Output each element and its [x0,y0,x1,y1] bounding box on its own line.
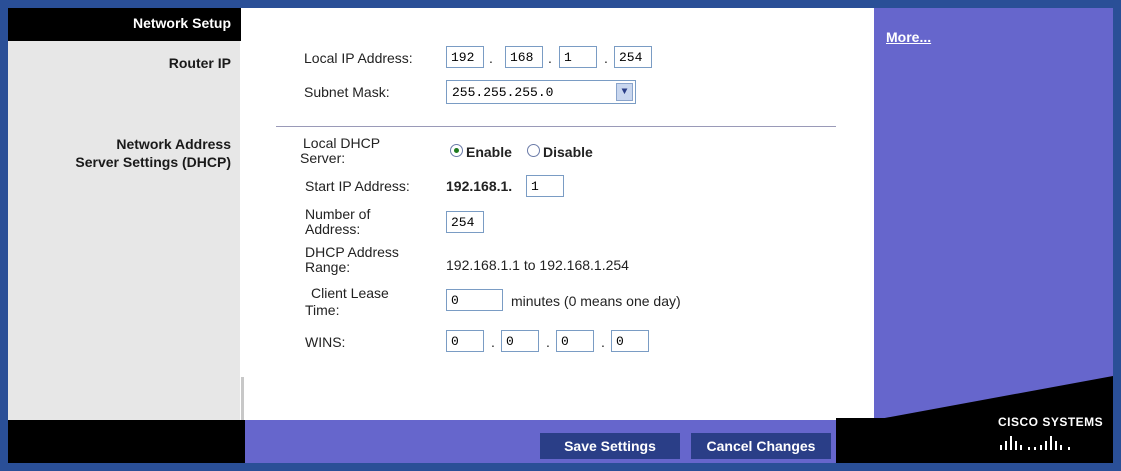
subnet-mask-value: 255.255.255.0 [452,85,554,100]
dhcp-disable-label: Disable [543,144,593,160]
ip-dot: . [604,50,608,66]
start-ip-last-octet[interactable]: 1 [526,175,564,197]
dhcp-section-label-line2: Server Settings (DHCP) [75,154,231,170]
local-ip-octet-3[interactable]: 1 [559,46,597,68]
wins-label: WINS: [305,334,346,350]
ip-dot: . [489,50,493,66]
lease-time-label-line2: Time: [305,302,340,318]
lease-time-input[interactable]: 0 [446,289,503,311]
cancel-changes-button[interactable]: Cancel Changes [691,433,831,459]
brand-triangle [874,376,1113,420]
num-address-label-line2: Address: [305,221,361,237]
dhcp-enable-radio[interactable] [450,144,463,157]
dhcp-range-label-line1: DHCP Address [305,244,399,260]
wins-octet-2[interactable]: 0 [501,330,539,352]
wins-octet-4[interactable]: 0 [611,330,649,352]
num-address-label-line1: Number of [305,206,371,222]
num-address-input[interactable]: 254 [446,211,484,233]
footer-left [8,420,245,463]
lease-time-suffix: minutes (0 means one day) [511,293,681,309]
ip-dot: . [548,50,552,66]
dhcp-enable-label: Enable [466,144,512,160]
dhcp-server-label-line2: Server: [300,150,346,166]
page: Network Setup Router IP Network Address … [8,8,1113,463]
chevron-down-icon[interactable]: ▼ [616,83,633,101]
wins-octet-3[interactable]: 0 [556,330,594,352]
router-ip-section-label: Router IP [168,55,231,71]
dhcp-disable-radio[interactable] [527,144,540,157]
ip-dot: . [601,334,605,350]
subnet-mask-label: Subnet Mask: [304,84,390,100]
dhcp-section-label-line1: Network Address [116,136,231,152]
left-sidebar: Router IP Network Address Server Setting… [8,41,241,420]
wins-octet-1[interactable]: 0 [446,330,484,352]
start-ip-label: Start IP Address: [305,178,410,194]
dhcp-range-label-line2: Range: [305,259,351,275]
column-divider-shadow [241,377,244,420]
section-divider [276,126,836,127]
cisco-wordmark: CISCO SYSTEMS [998,415,1104,429]
more-link[interactable]: More... [886,29,931,45]
local-ip-label: Local IP Address: [304,50,413,66]
start-ip-prefix: 192.168.1. [446,178,513,194]
ip-dot: . [546,334,550,350]
column-divider [240,41,244,420]
dhcp-server-label-line1: Local DHCP [303,135,381,151]
local-ip-octet-2[interactable]: 168 [505,46,543,68]
local-ip-octet-4[interactable]: 254 [614,46,652,68]
section-header: Network Setup [8,8,241,41]
page-title: Network Setup [132,15,231,31]
save-settings-button[interactable]: Save Settings [540,433,680,459]
dhcp-range-value: 192.168.1.1 to 192.168.1.254 [446,257,629,273]
local-ip-octet-1[interactable]: 192 [446,46,484,68]
ip-dot: . [491,334,495,350]
subnet-mask-select[interactable]: 255.255.255.0 ▼ [446,80,636,104]
cisco-bridge-logo-icon [1000,436,1070,450]
lease-time-label-line1: Client Lease [311,285,389,301]
help-panel: More... [874,8,1113,418]
